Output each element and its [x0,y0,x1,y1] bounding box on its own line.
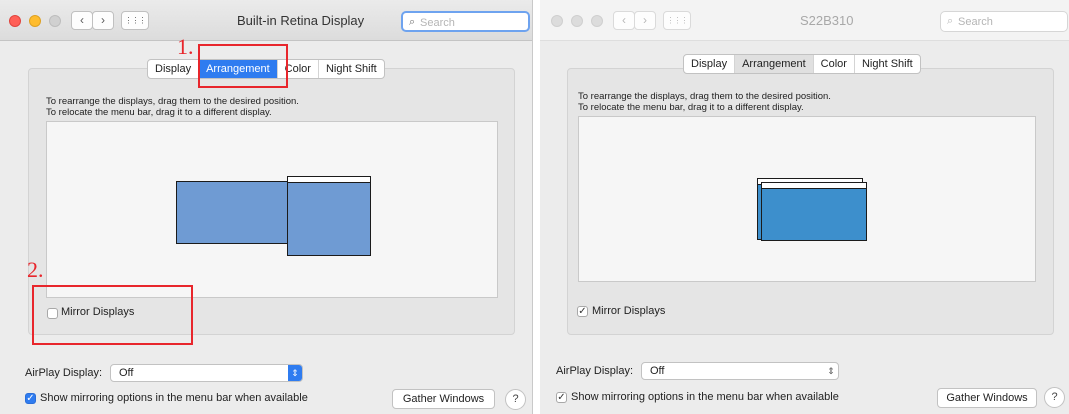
chevron-right-icon: › [101,13,105,27]
gather-windows-button[interactable]: Gather Windows [937,388,1037,408]
chevron-left-icon: ‹ [80,13,84,27]
mirror-displays-label: Mirror Displays [592,305,666,317]
instruction-menubar: To relocate the menu bar, drag it to a d… [46,107,272,118]
close-button[interactable] [9,15,21,27]
tab-display[interactable]: Display [148,60,200,78]
back-button[interactable]: ‹ [613,11,635,30]
window-title: S22B310 [800,13,854,28]
tab-color[interactable]: Color [814,55,855,73]
help-button[interactable]: ? [505,389,526,410]
popup-arrows-icon: ⇕ [288,365,302,381]
show-mirroring-label: Show mirroring options in the menu bar w… [40,392,308,404]
checkmark-icon: ✓ [557,392,566,403]
airplay-selected-value: Off [119,367,134,379]
show-mirroring-checkbox[interactable]: ✓ [556,392,567,403]
grid-icon: ⋮⋮⋮ [124,16,147,25]
annotation-step-1: 1. [177,34,194,59]
chevron-left-icon: ‹ [622,13,626,27]
search-input[interactable] [958,14,1048,29]
show-all-button[interactable]: ⋮⋮⋮ [663,11,691,30]
search-input[interactable] [420,15,510,30]
arrangement-canvas [46,121,498,298]
menu-bar-indicator[interactable] [288,177,370,183]
tab-bar: Display Arrangement Color Night Shift [683,54,921,74]
forward-button[interactable]: › [634,11,656,30]
airplay-display-popup[interactable]: Off ⇕ [641,362,839,380]
display-mirror-front[interactable] [761,182,867,241]
search-field[interactable]: ⌕ [940,11,1068,32]
display-builtin[interactable] [176,181,288,244]
minimize-button[interactable] [571,15,583,27]
annotation-box-mirror [32,285,193,345]
search-field[interactable]: ⌕ [401,11,530,32]
airplay-display-label: AirPlay Display: [556,365,634,377]
display-external[interactable] [287,176,371,256]
instruction-rearrange: To rearrange the displays, drag them to … [46,96,299,107]
checkmark-icon: ✓ [26,393,35,404]
annotation-box-arrangement [198,44,288,88]
instruction-rearrange: To rearrange the displays, drag them to … [578,91,831,102]
search-icon: ⌕ [947,15,954,27]
show-mirroring-checkbox[interactable]: ✓ [25,393,36,404]
left-titlebar: ‹ › ⋮⋮⋮ Built-in Retina Display ⌕ [0,0,532,41]
menu-bar-indicator[interactable] [762,183,866,189]
zoom-button[interactable] [591,15,603,27]
popup-arrows-icon: ⇕ [827,366,835,376]
forward-button[interactable]: › [92,11,114,30]
close-button[interactable] [551,15,563,27]
airplay-display-popup[interactable]: Off ⇕ [110,364,303,382]
window-title: Built-in Retina Display [237,13,365,28]
show-mirroring-label: Show mirroring options in the menu bar w… [571,391,839,403]
tab-night-shift[interactable]: Night Shift [855,55,920,73]
mirror-displays-checkbox[interactable]: ✓ [577,306,588,317]
annotation-step-2: 2. [27,257,44,282]
minimize-button[interactable] [29,15,41,27]
right-titlebar: ‹ › ⋮⋮⋮ S22B310 ⌕ [540,0,1069,41]
arrangement-canvas [578,116,1036,282]
chevron-right-icon: › [643,13,647,27]
grid-icon: ⋮⋮⋮ [666,16,689,25]
checkmark-icon: ✓ [578,306,587,317]
left-preferences-window: ‹ › ⋮⋮⋮ Built-in Retina Display ⌕ Displa… [0,0,533,414]
show-all-button[interactable]: ⋮⋮⋮ [121,11,149,30]
right-preferences-window: ‹ › ⋮⋮⋮ S22B310 ⌕ Display Arrangement Co… [540,0,1069,414]
zoom-button[interactable] [49,15,61,27]
airplay-display-label: AirPlay Display: [25,367,103,379]
help-button[interactable]: ? [1044,387,1065,408]
instruction-menubar: To relocate the menu bar, drag it to a d… [578,102,804,113]
tab-display[interactable]: Display [684,55,736,73]
tab-night-shift[interactable]: Night Shift [319,60,384,78]
airplay-selected-value: Off [650,365,665,377]
gather-windows-button[interactable]: Gather Windows [392,389,495,409]
back-button[interactable]: ‹ [71,11,93,30]
search-icon: ⌕ [409,16,416,28]
tab-arrangement[interactable]: Arrangement [735,55,814,73]
